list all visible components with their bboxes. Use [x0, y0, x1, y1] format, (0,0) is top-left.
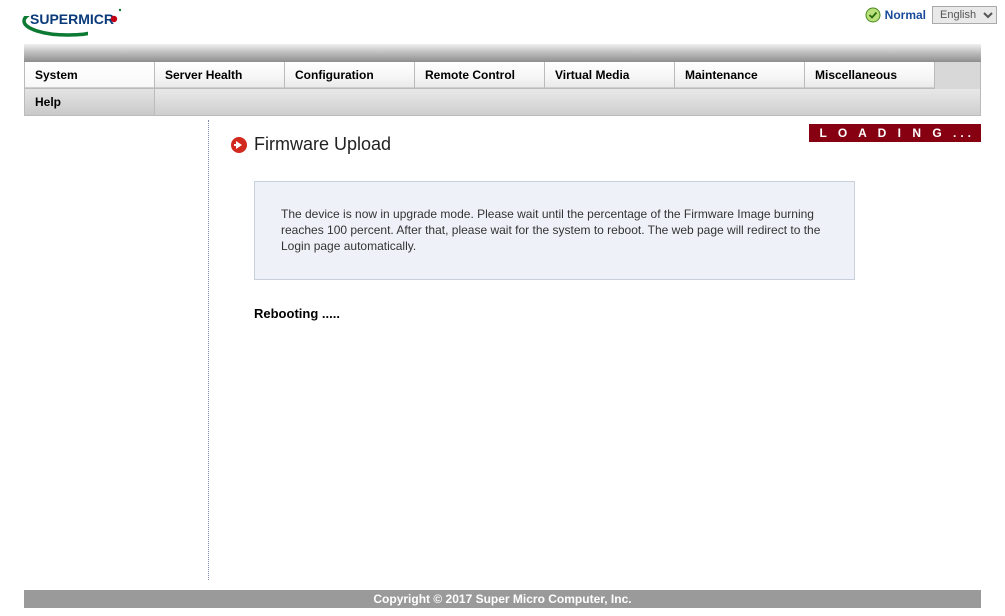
- nav-virtual-media[interactable]: Virtual Media: [545, 62, 675, 89]
- language-select[interactable]: English: [932, 6, 997, 24]
- status-ok-icon: [865, 7, 881, 23]
- svg-text:SUPERMICR: SUPERMICR: [30, 11, 114, 27]
- main-nav: System Server Health Configuration Remot…: [24, 62, 981, 116]
- status-label: Normal: [885, 8, 926, 22]
- reboot-status: Rebooting .....: [254, 306, 981, 321]
- nav-maintenance[interactable]: Maintenance: [675, 62, 805, 89]
- vertical-separator: [208, 120, 209, 580]
- supermicro-logo: SUPERMICR: [18, 4, 126, 38]
- nav-configuration[interactable]: Configuration: [285, 62, 415, 89]
- nav-server-health[interactable]: Server Health: [155, 62, 285, 89]
- footer-copyright: Copyright © 2017 Super Micro Computer, I…: [24, 590, 981, 608]
- nav-miscellaneous[interactable]: Miscellaneous: [805, 62, 935, 89]
- page-title: Firmware Upload: [254, 134, 391, 155]
- nav-system[interactable]: System: [25, 62, 155, 89]
- firmware-info-box: The device is now in upgrade mode. Pleas…: [254, 181, 855, 280]
- nav-help[interactable]: Help: [25, 89, 155, 115]
- nav-top-strip: [24, 44, 981, 62]
- nav-remote-control[interactable]: Remote Control: [415, 62, 545, 89]
- arrow-right-icon: [230, 136, 248, 154]
